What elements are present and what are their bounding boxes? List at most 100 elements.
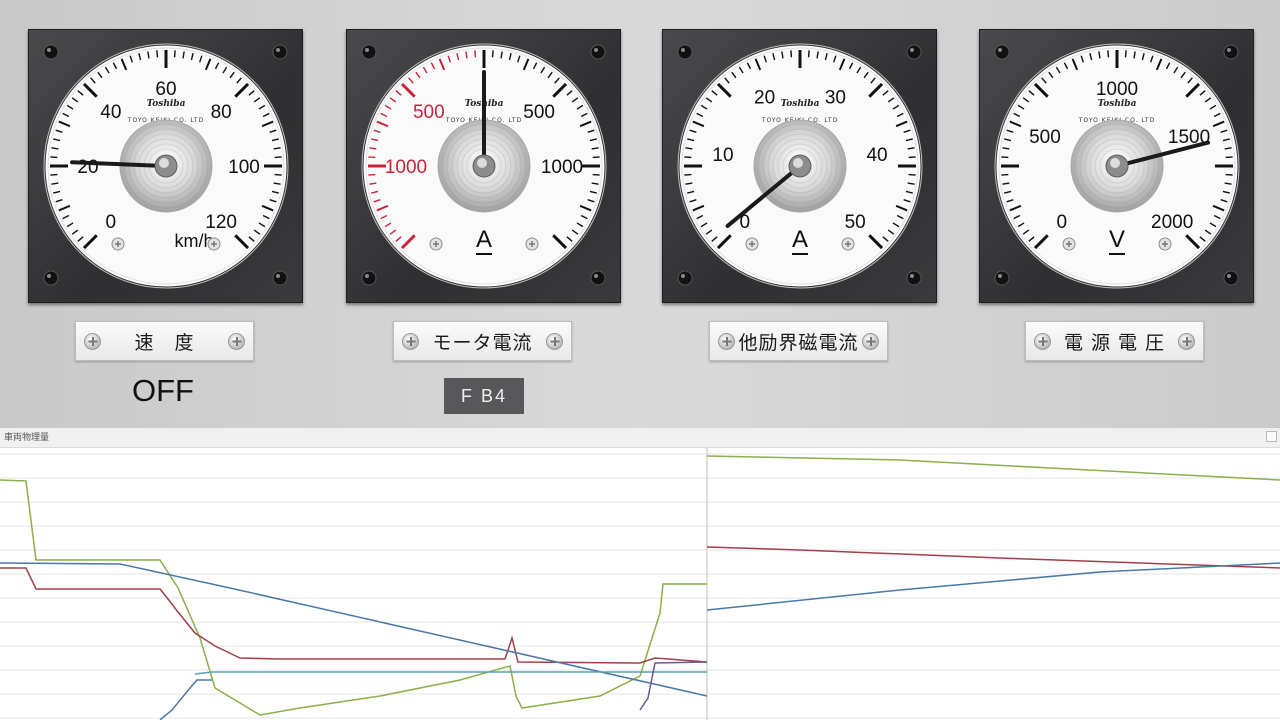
power-status: OFF (132, 373, 194, 408)
bolt-icon (272, 270, 288, 286)
scale-label: 20 (754, 88, 775, 109)
scale-tick (1225, 156, 1233, 159)
bolt-highlight (910, 274, 914, 278)
scale-tick (1001, 173, 1009, 176)
series-blue-step (159, 679, 212, 720)
scale-tick (368, 173, 376, 176)
scale-label: 80 (211, 102, 232, 123)
bolt-highlight (365, 48, 369, 52)
scale-tick (491, 50, 494, 58)
needle-cap-highlight (159, 158, 169, 168)
bolt-icon (1223, 44, 1239, 60)
scale-label: 0 (1057, 212, 1068, 233)
screw-icon (1034, 333, 1051, 350)
line-voltage-gauge-face: 0500100015002000ToshibaTOYO KEIKI CO. LT… (994, 43, 1240, 289)
series-teal (194, 671, 707, 675)
series-purple (639, 661, 708, 711)
unit-label: A (476, 226, 492, 253)
bolt-highlight (276, 274, 280, 278)
scale-tick (173, 50, 176, 58)
instrument-panel: 020406080100120ToshibaTOYO KEIKI CO. LTD… (0, 0, 1280, 428)
bolt-icon (43, 270, 59, 286)
speed-gauge-face: 020406080100120ToshibaTOYO KEIKI CO. LTD… (43, 43, 289, 289)
bolt-highlight (1227, 274, 1231, 278)
graph-title: 車両物理量 (4, 433, 50, 443)
line-voltage-button-label: 電 源 電 圧 (1063, 331, 1166, 354)
series-green-right (706, 455, 1280, 481)
unit-label: km/h (174, 231, 213, 251)
brand-logo: Toshiba (1098, 99, 1137, 109)
scale-label: 60 (155, 79, 176, 100)
scale-tick (807, 50, 810, 58)
scale-tick (908, 156, 916, 159)
scale-label: 10 (712, 145, 733, 166)
bolt-highlight (594, 48, 598, 52)
field-current-gauge: 01020304050ToshibaTOYO KEIKI CO. LTDA (662, 29, 937, 303)
motor-current-button[interactable]: モータ電流 (393, 321, 572, 361)
close-icon[interactable] (1266, 431, 1277, 442)
speed-button-label: 速 度 (134, 331, 195, 354)
scale-tick (274, 156, 282, 159)
notch-indicator: F B4 (444, 378, 524, 414)
unit-label: V (1109, 226, 1125, 253)
scale-tick (274, 173, 282, 176)
scale-label: 1000 (1096, 79, 1138, 100)
bolt-highlight (1227, 48, 1231, 52)
line-voltage-button[interactable]: 電 源 電 圧 (1025, 321, 1204, 361)
screw-icon (402, 333, 419, 350)
unit-label: A (792, 226, 808, 253)
graph-window: 車両物理量 (0, 428, 1280, 720)
scale-tick (1225, 173, 1233, 176)
scale-tick (592, 173, 600, 176)
needle-cap-highlight (1110, 158, 1120, 168)
bolt-icon (677, 44, 693, 60)
screw-icon (1178, 333, 1195, 350)
motor-current-gauge-face: 10005005001000ToshibaTOYO KEIKI CO. LTDA (361, 43, 607, 289)
screw-icon (718, 333, 735, 350)
scale-tick (684, 173, 692, 176)
scale-label: 500 (523, 102, 555, 123)
needle-cap-highlight (477, 158, 487, 168)
bolt-highlight (998, 274, 1002, 278)
scale-label: 500 (1029, 127, 1061, 148)
scale-tick (50, 156, 58, 159)
bolt-icon (361, 270, 377, 286)
bolt-icon (1223, 270, 1239, 286)
bolt-highlight (998, 48, 1002, 52)
bolt-highlight (365, 274, 369, 278)
scale-label: 0 (106, 212, 117, 233)
scale-tick (592, 156, 600, 159)
series-blue-right (706, 562, 1280, 611)
bolt-highlight (47, 48, 51, 52)
bolt-icon (994, 44, 1010, 60)
bolt-icon (43, 44, 59, 60)
bolt-icon (361, 44, 377, 60)
scale-label: 2000 (1151, 212, 1193, 233)
scale-label: 40 (100, 102, 121, 123)
scale-tick (156, 50, 159, 58)
line-voltage-gauge: 0500100015002000ToshibaTOYO KEIKI CO. LT… (979, 29, 1254, 303)
scale-tick (1107, 50, 1110, 58)
series-blue (0, 562, 708, 697)
scale-label: 100 (228, 157, 260, 178)
bolt-icon (906, 270, 922, 286)
bolt-icon (906, 44, 922, 60)
scale-label: 40 (866, 145, 887, 166)
brand-logo: Toshiba (147, 99, 186, 109)
bolt-highlight (681, 48, 685, 52)
scale-tick (50, 173, 58, 176)
scale-tick (684, 156, 692, 159)
bolt-icon (272, 44, 288, 60)
graph-titlebar: 車両物理量 (0, 428, 1280, 448)
scale-tick (1124, 50, 1127, 58)
field-current-button[interactable]: 他励界磁電流 (709, 321, 888, 361)
scale-tick (908, 173, 916, 176)
bolt-highlight (276, 48, 280, 52)
field-current-gauge-face: 01020304050ToshibaTOYO KEIKI CO. LTDA (677, 43, 923, 289)
bolt-icon (994, 270, 1010, 286)
speed-button[interactable]: 速 度 (75, 321, 254, 361)
bolt-icon (590, 270, 606, 286)
bolt-highlight (910, 48, 914, 52)
scale-label: 1000 (385, 157, 427, 178)
screw-icon (862, 333, 879, 350)
